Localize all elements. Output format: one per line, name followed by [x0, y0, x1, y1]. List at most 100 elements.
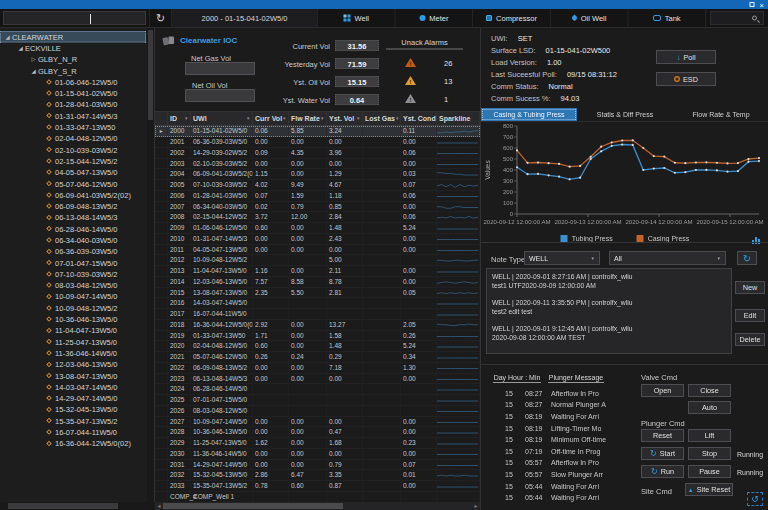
table-row[interactable]: 202710-09-047-14W5/00.000.000.000.00 [155, 416, 480, 427]
table-row[interactable]: 203315-35-047-13W5/20.780.600.870.00 [155, 481, 480, 492]
notes-list[interactable]: WELL | 2020-09-01 8:27:16 AM | controlfx… [486, 268, 732, 354]
tree-well-item[interactable]: 14-03-047-14W5/0 [0, 381, 146, 392]
note-item[interactable]: WELL | 2020-09-01 9:12:45 AM | controlfx… [492, 324, 726, 342]
nav-button-oil-well[interactable]: Oil Well [551, 9, 629, 27]
table-row[interactable]: 200214-29-039-02W5/20.094.353.960.06 [155, 148, 480, 159]
tree-well-item[interactable]: 06-28-046-14W5/0 [0, 223, 146, 234]
note-item[interactable]: WELL | 2020-09-11 3:35:50 PM | controlfx… [492, 298, 726, 316]
column-header-yst-vol[interactable]: Yst. Vol▼ [327, 112, 363, 125]
table-row[interactable]: 202608-03-048-12W5/0 [155, 406, 480, 417]
table-row[interactable]: 201311-04-047-13W5/01.160.002.110.00 [155, 266, 480, 277]
plunger-run-button[interactable]: ↻Run [641, 465, 684, 478]
table-row[interactable]: 203011-36-046-14W5/00.000.000.000.00 [155, 449, 480, 460]
valve-open-button[interactable]: Open [641, 384, 684, 397]
table-row[interactable]: 201816-36-044-12W5/0(02)2.920.0013.272.0… [155, 320, 480, 331]
new-note-button[interactable]: New [735, 281, 765, 294]
table-row[interactable]: 201104-05-047-13W5/00.000.000.000.00 [155, 244, 480, 255]
column-header-flw-rate[interactable]: Flw Rate▼ [289, 112, 327, 125]
tree-well-item[interactable]: 10-09-047-14W5/0 [0, 291, 146, 302]
table-row[interactable]: 200507-10-039-03W5/24.029.494.670.07 [155, 180, 480, 191]
table-row[interactable]: 201901-33-047-13W501.710.001.580.26 [155, 330, 480, 341]
tree-well-item[interactable]: 02-10-039-03W5/2 [0, 144, 146, 155]
plunger-pause-button[interactable]: Pause [688, 465, 731, 478]
table-row[interactable]: ▸200001-15-041-02W5/00.065.853.240.11 [155, 126, 480, 137]
column-header-sparkline[interactable]: Sparkline [437, 112, 480, 125]
tree-well-item[interactable]: 04-05-047-13W5/0 [0, 167, 146, 178]
tree-well-item[interactable]: 11-36-046-14W5/0 [0, 347, 146, 358]
tree-well-item[interactable]: 16-07-044-11W5/0 [0, 426, 146, 437]
tab-statis-diff-press[interactable]: Statis & Diff Press [577, 108, 673, 121]
sidebar-vscrollbar[interactable] [147, 28, 154, 502]
table-row[interactable]: 201513-08-047-13W5/02.355.502.810.05 [155, 287, 480, 298]
table-row[interactable]: 202105-07-046-12W5/00.260.240.290.34 [155, 352, 480, 363]
table-row[interactable]: 200601-28-041-03W5/00.071.591.180.06 [155, 191, 480, 202]
valve-close-button[interactable]: Close [688, 384, 731, 397]
table-hscrollbar[interactable]: ◄ ► [155, 502, 480, 510]
table-row[interactable]: 202002-04-048-12W5/00.600.001.485.24 [155, 341, 480, 352]
column-header-uwi[interactable]: UWI▼ [191, 112, 253, 125]
table-row[interactable]: 202507-01-047-15W5/0 [155, 395, 480, 406]
close-icon[interactable]: × [760, 1, 764, 9]
alarm-row-medium[interactable]: !13 [405, 76, 452, 85]
plunger-lift-button[interactable]: Lift [688, 429, 731, 442]
tree-well-item[interactable]: 06-36-039-03W5/0 [0, 246, 146, 257]
table-row[interactable]: 202406-28-046-14W5/0 [155, 384, 480, 395]
tree-well-item[interactable]: 08-03-048-12W5/0 [0, 280, 146, 291]
tree-well-item[interactable]: 07-10-039-03W5/2 [0, 268, 146, 279]
table-row[interactable]: 200706-34-040-03W5/00.020.790.850.00 [155, 201, 480, 212]
table-row[interactable]: COMP_#COMP_Well 1 [155, 492, 480, 503]
column-header-lost-gas[interactable]: Lost Gas▼ [363, 112, 401, 125]
tree-node-glby_n_r[interactable]: ▷GLBY_N_R [0, 54, 146, 65]
table-row[interactable]: 201412-03-046-13W5/07.578.588.780.00 [155, 277, 480, 288]
nav-button-tank[interactable]: Tank [628, 9, 706, 27]
history-button[interactable]: ↺ [747, 492, 763, 506]
column-header-id[interactable]: ID▼ [168, 112, 191, 125]
tree-well-item[interactable]: 01-28-041-03W5/0 [0, 99, 146, 110]
expanded-icon[interactable]: ◢ [16, 45, 25, 52]
tree-well-item[interactable]: 16-36-044-12W5/0(02) [0, 438, 146, 449]
expanded-icon[interactable]: ◢ [3, 33, 12, 40]
alarm-row-low[interactable]: !1 [405, 94, 448, 103]
expanded-icon[interactable]: ◢ [29, 67, 38, 74]
table-row[interactable]: 202206-09-048-13W5/20.000.007.181.30 [155, 363, 480, 374]
delete-note-button[interactable]: Delete [735, 333, 765, 346]
nav-button-compressor[interactable]: Compressor [473, 9, 551, 27]
table-row[interactable]: 201001-31-047-14W5/30.000.002.430.00 [155, 234, 480, 245]
table-row[interactable]: 202810-36-046-13W5/00.000.000.470.00 [155, 427, 480, 438]
tree-node-eckville[interactable]: ◢ECKVILLE [0, 42, 146, 53]
note-item[interactable]: WELL | 2020-09-01 8:27:16 AM | controlfx… [492, 272, 726, 290]
table-row[interactable]: 202911-25-047-13W5/01.620.001.680.23 [155, 438, 480, 449]
sidebar-hscrollbar[interactable] [0, 502, 155, 510]
table-row[interactable]: 200901-06-046-12W5/00.600.001.485.24 [155, 223, 480, 234]
search-input[interactable] [710, 11, 764, 25]
table-row[interactable]: 200802-15-044-12W5/23.7212.002.840.06 [155, 212, 480, 223]
plunger-stop-button[interactable]: Stop [688, 447, 731, 460]
tree-node-glby_s_r[interactable]: ◢GLBY_S_R [0, 65, 146, 76]
plunger-reset-button[interactable]: Reset [641, 429, 684, 442]
tree-well-item[interactable]: 06-09-048-13W5/2 [0, 200, 146, 211]
table-row[interactable]: 201614-03-047-14W5/0 [155, 298, 480, 309]
table-row[interactable]: 203114-29-047-14W5/00.000.000.790.07 [155, 459, 480, 470]
scroll-right-icon[interactable]: ► [472, 503, 480, 509]
filter-icon[interactable]: ▼ [395, 116, 399, 121]
table-row[interactable]: 201210-09-048-12W5/25.00 [155, 255, 480, 266]
tree-well-item[interactable]: 02-04-048-12W5/0 [0, 133, 146, 144]
tree-well-item[interactable]: 15-32-045-13W5/0 [0, 404, 146, 415]
poll-button[interactable]: ↓Poll [656, 50, 716, 64]
tree-well-item[interactable]: 15-35-047-13W5/2 [0, 415, 146, 426]
tree-well-item[interactable]: 01-06-046-12W5/0 [0, 76, 146, 87]
filter-icon[interactable]: ▼ [246, 116, 250, 121]
filter-icon[interactable]: ▼ [282, 116, 286, 121]
column-header-curr-vol[interactable]: Curr Vol▼ [253, 112, 289, 125]
column-header-yst-cond[interactable]: Yst. Cond▼ [401, 112, 437, 125]
tree-well-item[interactable]: 01-33-047-13W50 [0, 121, 146, 132]
tree-well-item[interactable]: 07-01-047-15W5/0 [0, 257, 146, 268]
tree-well-item[interactable]: 10-09-048-12W5/2 [0, 302, 146, 313]
filter-icon[interactable]: ▼ [320, 116, 324, 121]
filter-icon[interactable]: ▼ [184, 116, 188, 121]
restore-icon[interactable] [750, 2, 755, 7]
tree-well-item[interactable]: 06-34-040-03W5/0 [0, 234, 146, 245]
tab-flow-rate-temp[interactable]: Flow Rate & Temp [673, 108, 768, 121]
tree-node-clearwater[interactable]: ◢CLEARWATER [0, 31, 146, 42]
table-row[interactable]: 200106-36-039-03W5/00.000.000.000.00 [155, 137, 480, 148]
